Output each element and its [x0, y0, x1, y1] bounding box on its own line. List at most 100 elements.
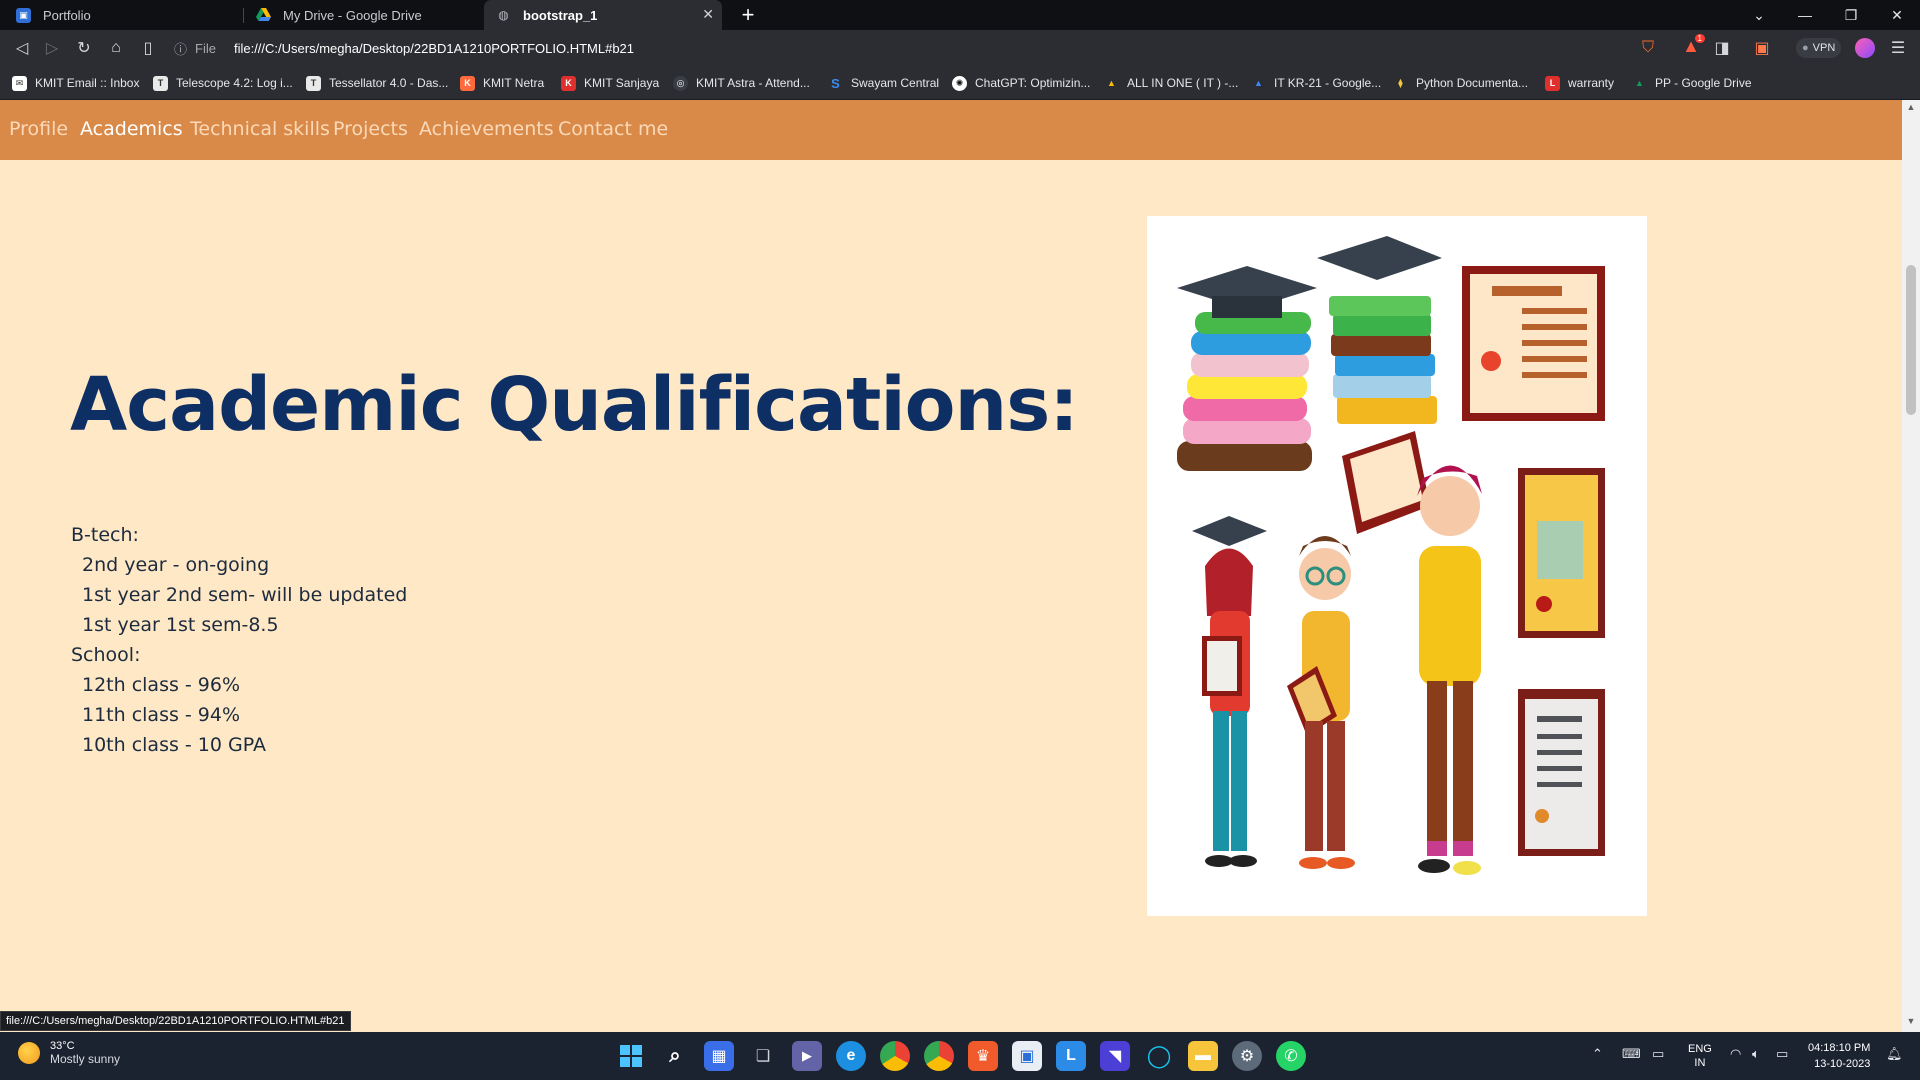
tab-search-chevron-icon[interactable]: ⌄	[1736, 0, 1782, 30]
scrollbar-thumb[interactable]	[1906, 265, 1916, 415]
reload-icon[interactable]: ↻	[72, 36, 96, 60]
chrome-profile-icon[interactable]	[924, 1041, 954, 1071]
forward-icon[interactable]: ▷	[40, 36, 64, 60]
qual-line: 1st year 1st sem-8.5	[82, 614, 279, 636]
brave-shields-icon[interactable]: ⛉	[1636, 36, 1660, 60]
brave-wallet-icon[interactable]: ▣	[1750, 36, 1774, 60]
bookmark-label: KMIT Netra	[483, 76, 545, 90]
notification-bell-icon[interactable]: 🔔︎	[1886, 1046, 1903, 1062]
bookmark-label: ALL IN ONE ( IT ) -...	[1127, 76, 1239, 90]
show-hidden-icons-chevron-icon[interactable]: ⌃	[1592, 1046, 1603, 1062]
whatsapp-icon[interactable]: ✆	[1276, 1041, 1306, 1071]
site-navbar: Profile Academics Technical skills Proje…	[0, 100, 1902, 160]
tablet-mode-icon[interactable]: ▭	[1652, 1046, 1664, 1062]
nav-technical-skills[interactable]: Technical skills	[190, 118, 330, 140]
bookmark-chatgpt[interactable]: ✺ ChatGPT: Optimizin...	[952, 74, 1090, 92]
url-text[interactable]: file:///C:/Users/megha/Desktop/22BD1A121…	[234, 41, 634, 56]
kmit-astra-icon: ◎	[673, 75, 688, 91]
vpn-button[interactable]: ● VPN	[1796, 38, 1842, 58]
site-info-icon[interactable]: ⓘ	[174, 39, 187, 58]
weather-description: Mostly sunny	[50, 1052, 121, 1066]
url-scheme-label: File	[195, 40, 216, 56]
tab-title: My Drive - Google Drive	[283, 7, 422, 23]
back-icon[interactable]: ◁	[10, 36, 34, 60]
google-drive-icon: ▲	[1635, 78, 1644, 88]
nav-profile[interactable]: Profile	[9, 118, 68, 140]
chrome-icon[interactable]	[880, 1041, 910, 1071]
close-tab-icon[interactable]: ✕	[702, 6, 714, 23]
bookmark-it-kr21[interactable]: ▲ IT KR-21 - Google...	[1251, 74, 1381, 92]
minimize-button[interactable]: —	[1782, 0, 1828, 30]
browser-toolbar: ◁ ▷ ↻ ⌂ ▯ ⓘ File file:///C:/Users/megha/…	[0, 30, 1920, 66]
brave-rewards-icon[interactable]: ▲ 1	[1680, 34, 1705, 58]
bookmark-kmit-astra[interactable]: ◎ KMIT Astra - Attend...	[673, 74, 810, 92]
bookmark-icon[interactable]: ▯	[136, 36, 160, 60]
bookmark-telescope[interactable]: T Telescope 4.2: Log i...	[153, 74, 293, 92]
battery-icon[interactable]: ▭	[1776, 1046, 1788, 1062]
wifi-icon[interactable]: ◠	[1730, 1046, 1741, 1062]
l-app-icon[interactable]: L	[1056, 1041, 1086, 1071]
visual-studio-icon[interactable]: ◥	[1100, 1041, 1130, 1071]
tab-google-drive[interactable]: My Drive - Google Drive	[244, 0, 480, 30]
nav-projects[interactable]: Projects	[333, 118, 408, 140]
bookmark-label: KMIT Sanjaya	[584, 76, 660, 90]
globe-icon: ◍	[498, 8, 509, 22]
bookmark-warranty[interactable]: Lwarranty	[1545, 74, 1614, 92]
bookmark-label: Python Documenta...	[1416, 76, 1529, 90]
windows-start-icon[interactable]	[616, 1041, 646, 1071]
bookmark-swayam[interactable]: S Swayam Central	[828, 74, 939, 92]
bookmark-python-docs[interactable]: ⧫ Python Documenta...	[1393, 74, 1528, 92]
scroll-up-icon[interactable]: ▲	[1902, 102, 1920, 116]
bookmark-label: IT KR-21 - Google...	[1274, 76, 1382, 90]
language-indicator[interactable]: ENG IN	[1688, 1042, 1712, 1070]
restore-button[interactable]: ❐	[1828, 0, 1874, 30]
tab-title: Portfolio	[43, 7, 91, 23]
address-bar[interactable]: ⓘ File file:///C:/Users/megha/Desktop/22…	[174, 33, 1634, 63]
nav-achievements[interactable]: Achievements	[419, 118, 554, 140]
settings-gear-icon[interactable]: ⚙	[1232, 1041, 1262, 1071]
volume-icon[interactable]: 🔈︎	[1752, 1046, 1760, 1062]
close-window-button[interactable]: ✕	[1874, 0, 1920, 30]
bookmark-kmit-sanjaya[interactable]: K KMIT Sanjaya	[561, 74, 659, 92]
search-icon[interactable]: ⌕	[660, 1041, 690, 1071]
menu-icon[interactable]: ☰	[1886, 36, 1910, 60]
microsoft-store-icon[interactable]: ▣	[1012, 1041, 1042, 1071]
new-tab-button[interactable]: +	[735, 2, 761, 28]
bookmark-kmit-netra[interactable]: K KMIT Netra	[460, 74, 544, 92]
page-scrollbar[interactable]: ▲ ▼	[1902, 100, 1920, 1032]
nav-academics[interactable]: Academics	[80, 118, 183, 140]
qual-line: 12th class - 96%	[82, 674, 241, 696]
bookmark-tessellator[interactable]: T Tessellator 4.0 - Das...	[306, 74, 448, 92]
email-icon: ✉	[12, 75, 27, 91]
edge-icon[interactable]: e	[836, 1041, 866, 1071]
profile-avatar[interactable]	[1855, 38, 1875, 58]
chat-icon[interactable]: ▶	[792, 1041, 822, 1071]
bookmark-label: Telescope 4.2: Log i...	[176, 76, 293, 90]
tab-bootstrap[interactable]: ◍ bootstrap_1 ✕	[484, 0, 722, 30]
brave-icon[interactable]: ♛	[968, 1041, 998, 1071]
bookmark-pp-drive[interactable]: ▲ PP - Google Drive	[1632, 74, 1752, 92]
sidebar-toggle-icon[interactable]: ◨	[1710, 36, 1734, 60]
tab-portfolio[interactable]: ▣ Portfolio	[4, 0, 240, 30]
home-icon[interactable]: ⌂	[104, 36, 128, 60]
google-drive-icon: ▲	[1254, 78, 1263, 88]
cortana-icon[interactable]: ◯	[1144, 1041, 1174, 1071]
bookmark-all-in-one[interactable]: ▲ ALL IN ONE ( IT ) -...	[1104, 74, 1238, 92]
weather-widget[interactable]: 33°C Mostly sunny	[18, 1040, 120, 1066]
widgets-icon[interactable]: ▦	[704, 1041, 734, 1071]
rewards-count-badge: 1	[1694, 34, 1705, 43]
page-viewport: Profile Academics Technical skills Proje…	[0, 100, 1920, 1032]
vpn-dot-icon: ●	[1802, 42, 1809, 54]
browser-tab-bar: ▣ Portfolio My Drive - Google Drive ◍ bo…	[0, 0, 1920, 30]
nav-contact-me[interactable]: Contact me	[558, 118, 668, 140]
scroll-down-icon[interactable]: ▼	[1902, 1016, 1920, 1030]
file-explorer-icon[interactable]: ▬	[1188, 1041, 1218, 1071]
vpn-label: VPN	[1812, 42, 1836, 54]
windows-taskbar: 33°C Mostly sunny ⌕ ▦ ❏ ▶ e ♛ ▣ L ◥ ◯ ▬ …	[0, 1032, 1920, 1080]
bookmark-kmit-email[interactable]: ✉ KMIT Email :: Inbox	[12, 74, 139, 92]
bookmark-label: PP - Google Drive	[1655, 76, 1752, 90]
keyboard-icon[interactable]: ⌨	[1622, 1046, 1641, 1062]
task-view-icon[interactable]: ❏	[748, 1041, 778, 1071]
system-clock[interactable]: 04:18:10 PM 13-10-2023	[1808, 1040, 1870, 1072]
warranty-icon: L	[1545, 75, 1560, 91]
